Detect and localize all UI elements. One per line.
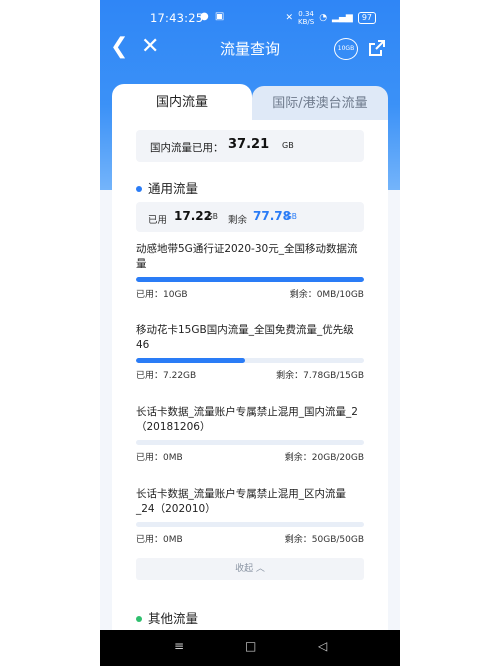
status-left-icons: ● ▣ — [200, 11, 227, 22]
tab-international[interactable]: 国际/港澳台流量 — [252, 86, 388, 122]
net-speed-unit: KB/S — [297, 18, 315, 26]
status-time: 17:43:25 — [150, 11, 204, 25]
package-progress — [136, 440, 364, 445]
general-used-unit: GB — [207, 212, 218, 221]
data-package-icon[interactable]: 10GB — [334, 38, 358, 60]
traffic-card: 国内流量已用： 37.21 GB 通用流量 已用 17.22 GB 剩余 77.… — [112, 120, 388, 666]
system-nav-bar: ≡ □ ◁ — [100, 630, 400, 666]
package-remain: 剩余：7.78GB/15GB — [276, 371, 364, 381]
net-speed: 0.34 KB/S — [298, 10, 314, 26]
package-progress-fill — [136, 277, 364, 282]
general-traffic-summary: 已用 17.22 GB 剩余 77.78 GB — [136, 202, 364, 232]
domestic-used-label: 国内流量已用： — [150, 142, 224, 154]
package-used: 已用：7.22GB — [136, 371, 197, 381]
battery-icon: 97 — [357, 12, 376, 24]
menu-icon[interactable]: ≡ — [174, 639, 184, 653]
domestic-used-summary: 国内流量已用： 37.21 GB — [136, 130, 364, 162]
package-name: 长话卡数据_流量账户专属禁止混用_国内流量_2（20181206） — [136, 406, 358, 433]
signal-icon: ▂▄▆ — [332, 13, 353, 23]
chat-icon: ● — [200, 11, 209, 22]
share-icon[interactable] — [368, 39, 386, 57]
general-remain-unit: GB — [286, 212, 297, 221]
package-name: 长话卡数据_流量账户专属禁止混用_区内流量_24（202010） — [136, 488, 346, 515]
tab-domestic[interactable]: 国内流量 — [112, 84, 252, 124]
home-icon[interactable]: □ — [245, 639, 256, 653]
general-traffic-title: 通用流量 — [148, 181, 199, 196]
general-traffic-heading: 通用流量 — [136, 178, 198, 197]
mute-icon: ✕ — [285, 13, 293, 23]
package-name: 移动花卡15GB国内流量_全国免费流量_优先级46 — [136, 324, 354, 351]
package-remain: 剩余：0MB/10GB — [289, 290, 364, 300]
nav-bar: ❮ ✕ 流量查询 10GB — [100, 34, 400, 62]
wifi-icon: ◔ — [319, 13, 328, 23]
net-speed-value: 0.34 — [298, 10, 314, 18]
traffic-tabs: 国内流量 国际/港澳台流量 — [112, 84, 388, 124]
package-item: 动感地带5G通行证2020-30元_全国移动数据流量 已用：10GB 剩余：0MB… — [136, 242, 364, 300]
phone-screen: 17:43:25 ● ▣ ✕ 0.34 KB/S ◔ ▂▄▆ 97 ❮ ✕ 流量… — [100, 0, 400, 666]
section-dot-icon — [136, 615, 142, 622]
general-remain-label: 剩余 — [228, 215, 248, 226]
package-progress — [136, 277, 364, 282]
section-dot-icon — [136, 185, 142, 192]
package-item: 长话卡数据_流量账户专属禁止混用_国内流量_2（20181206） 已用：0MB… — [136, 405, 364, 463]
package-used: 已用：0MB — [136, 535, 183, 545]
back-nav-icon[interactable]: ◁ — [318, 639, 327, 653]
package-item: 移动花卡15GB国内流量_全国免费流量_优先级46 已用：7.22GB 剩余：7.… — [136, 323, 364, 381]
package-used: 已用：10GB — [136, 290, 188, 300]
collapse-button[interactable]: 收起 ︿ — [136, 558, 364, 580]
package-name: 动感地带5G通行证2020-30元_全国移动数据流量 — [136, 243, 358, 270]
app-icon: ▣ — [214, 11, 225, 22]
domestic-used-value: 37.21 — [228, 137, 270, 152]
domestic-used-unit: GB — [282, 141, 294, 150]
status-bar: 17:43:25 ● ▣ ✕ 0.34 KB/S ◔ ▂▄▆ 97 — [100, 0, 400, 34]
general-used-label: 已用 — [148, 215, 168, 226]
package-progress — [136, 358, 364, 363]
package-remain: 剩余：20GB/20GB — [284, 453, 364, 463]
package-item: 长话卡数据_流量账户专属禁止混用_区内流量_24（202010） 已用：0MB 剩… — [136, 487, 364, 545]
other-traffic-title: 其他流量 — [148, 611, 199, 626]
package-progress — [136, 522, 364, 527]
other-traffic-heading: 其他流量 — [136, 608, 198, 627]
package-remain: 剩余：50GB/50GB — [284, 535, 364, 545]
status-right: ✕ 0.34 KB/S ◔ ▂▄▆ 97 — [285, 10, 376, 26]
package-progress-fill — [136, 358, 246, 363]
package-used: 已用：0MB — [136, 453, 183, 463]
